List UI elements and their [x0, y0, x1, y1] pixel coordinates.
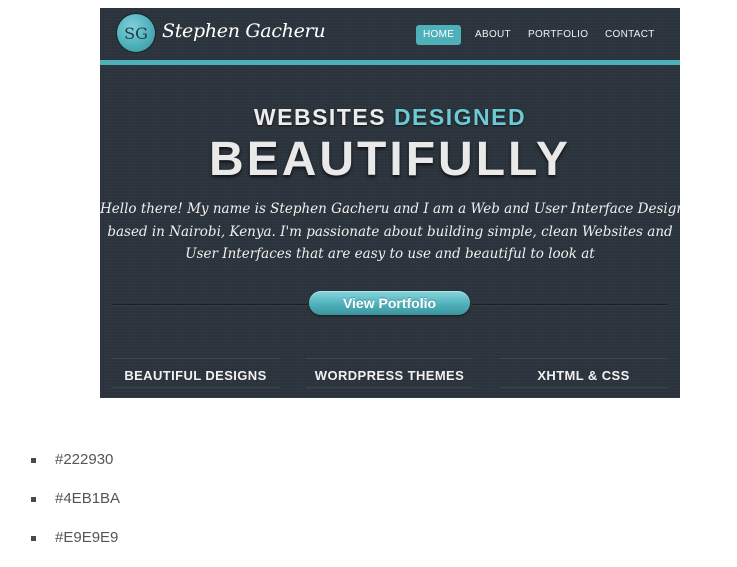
color-hex: #222930	[55, 451, 114, 468]
website-screenshot: SG Stephen Gacheru HOME ABOUT PORTFOLIO …	[100, 8, 680, 398]
divider-right	[472, 304, 668, 305]
intro-text: Hello there! My name is Stephen Gacheru …	[100, 198, 680, 266]
nav-contact[interactable]: CONTACT	[605, 25, 655, 45]
color-hex: #4EB1BA	[55, 490, 121, 507]
color-hex: #E9E9E9	[55, 529, 119, 546]
logo-name[interactable]: Stephen Gacheru	[162, 20, 326, 42]
divider-left	[112, 304, 308, 305]
site-header: SG Stephen Gacheru HOME ABOUT PORTFOLIO …	[100, 8, 680, 62]
feature-xhtml-css[interactable]: XHTML & CSS	[500, 358, 667, 388]
bullet-icon	[31, 458, 36, 463]
header-accent-bar	[100, 60, 680, 65]
feature-wordpress-themes[interactable]: WORDPRESS THEMES	[306, 358, 473, 388]
headline-part1: WEBSITES	[253, 104, 387, 130]
bullet-icon	[31, 536, 36, 541]
view-portfolio-button[interactable]: View Portfolio	[309, 291, 470, 315]
intro-line: Hello there! My name is Stephen Gacheru …	[100, 201, 680, 217]
headline-part2: DESIGNED	[393, 104, 527, 130]
nav-about[interactable]: ABOUT	[475, 25, 511, 45]
headline-small: WEBSITES DESIGNED	[100, 104, 680, 131]
nav-home[interactable]: HOME	[416, 25, 462, 45]
intro-line: based in Nairobi, Kenya. I'm passionate …	[107, 223, 673, 240]
nav-portfolio[interactable]: PORTFOLIO	[528, 25, 588, 45]
bullet-icon	[31, 497, 36, 502]
intro-line: User Interfaces that are easy to use and…	[185, 246, 595, 262]
logo-badge[interactable]: SG	[117, 14, 155, 52]
feature-beautiful-designs[interactable]: BEAUTIFUL DESIGNS	[112, 358, 279, 388]
headline-big: BEAUTIFULLY	[209, 133, 571, 186]
